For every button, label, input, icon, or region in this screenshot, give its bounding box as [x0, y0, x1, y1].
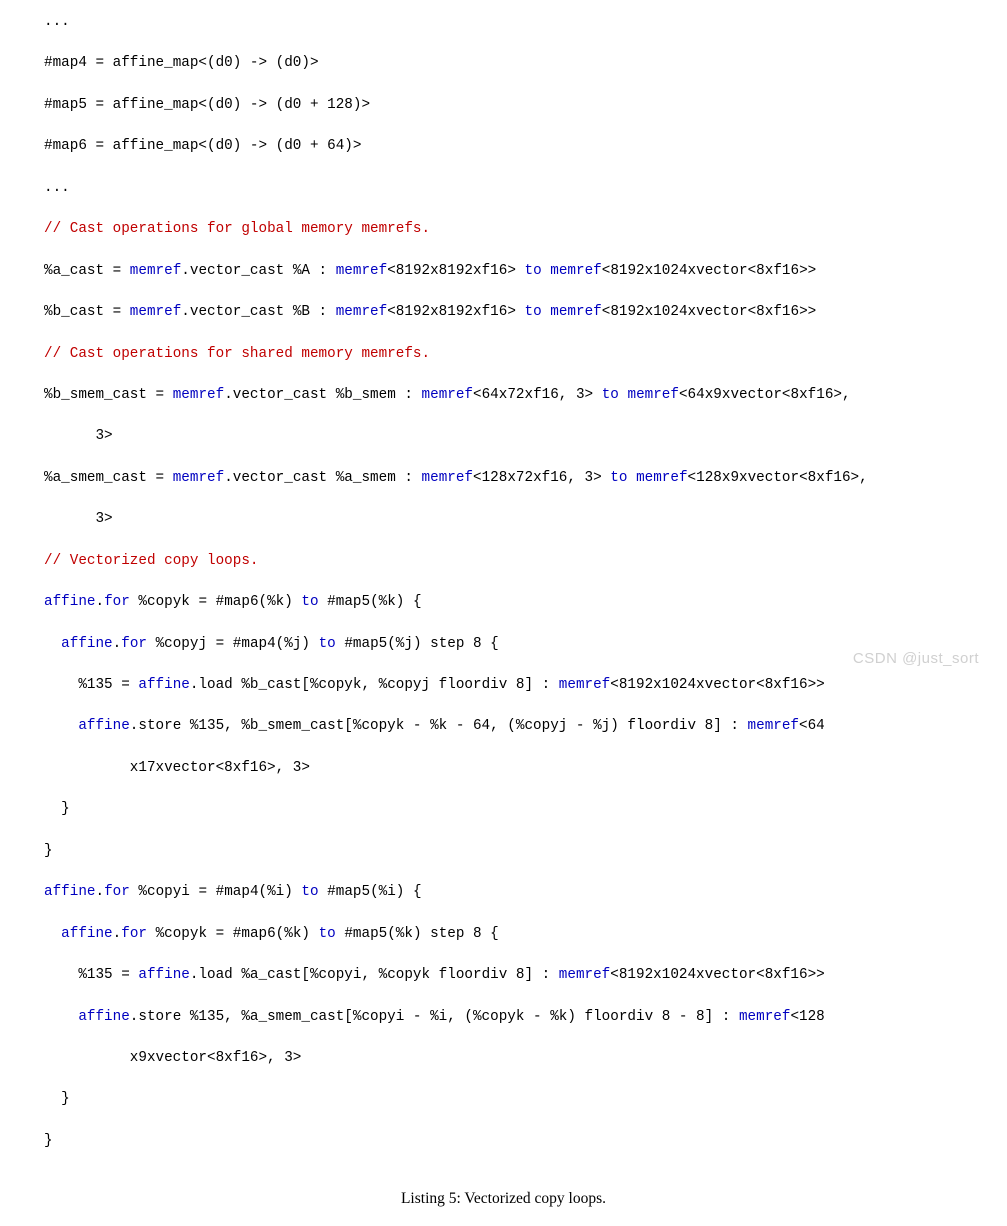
listing-caption: Listing 5: Vectorized copy loops. — [18, 1190, 989, 1208]
code-line: #map4 = affine_map<(d0) -> (d0)> — [44, 53, 989, 74]
code-line: %135 = affine.load %a_cast[%copyi, %copy… — [44, 965, 989, 986]
code-line: %a_smem_cast = memref.vector_cast %a_sme… — [44, 468, 989, 489]
code-line: } — [44, 1131, 989, 1152]
code-line: } — [44, 1089, 989, 1110]
code-line: } — [44, 841, 989, 862]
code-line: affine.for %copyk = #map6(%k) to #map5(%… — [44, 924, 989, 945]
code-comment: // Cast operations for shared memory mem… — [44, 344, 989, 365]
code-comment: // Vectorized copy loops. — [44, 551, 989, 572]
code-line: %a_cast = memref.vector_cast %A : memref… — [44, 261, 989, 282]
code-line: affine.for %copyk = #map6(%k) to #map5(%… — [44, 592, 989, 613]
code-line: #map5 = affine_map<(d0) -> (d0 + 128)> — [44, 95, 989, 116]
code-line-continuation: x17xvector<8xf16>, 3> — [44, 758, 989, 779]
code-line: ... — [44, 178, 989, 199]
code-line: %b_smem_cast = memref.vector_cast %b_sme… — [44, 385, 989, 406]
code-comment: // Cast operations for global memory mem… — [44, 219, 989, 240]
code-line: #map6 = affine_map<(d0) -> (d0 + 64)> — [44, 136, 989, 157]
code-line: %b_cast = memref.vector_cast %B : memref… — [44, 302, 989, 323]
code-line: affine.store %135, %a_smem_cast[%copyi -… — [44, 1007, 989, 1028]
code-line: affine.store %135, %b_smem_cast[%copyk -… — [44, 716, 989, 737]
code-line: affine.for %copyi = #map4(%i) to #map5(%… — [44, 882, 989, 903]
code-line: } — [44, 799, 989, 820]
code-listing: ... #map4 = affine_map<(d0) -> (d0)> #ma… — [18, 12, 989, 1172]
code-line: %135 = affine.load %b_cast[%copyk, %copy… — [44, 675, 989, 696]
code-line: affine.for %copyj = #map4(%j) to #map5(%… — [44, 634, 989, 655]
code-line-continuation: x9xvector<8xf16>, 3> — [44, 1048, 989, 1069]
code-line-continuation: 3> — [44, 509, 989, 530]
code-line: ... — [44, 12, 989, 33]
code-line-continuation: 3> — [44, 426, 989, 447]
